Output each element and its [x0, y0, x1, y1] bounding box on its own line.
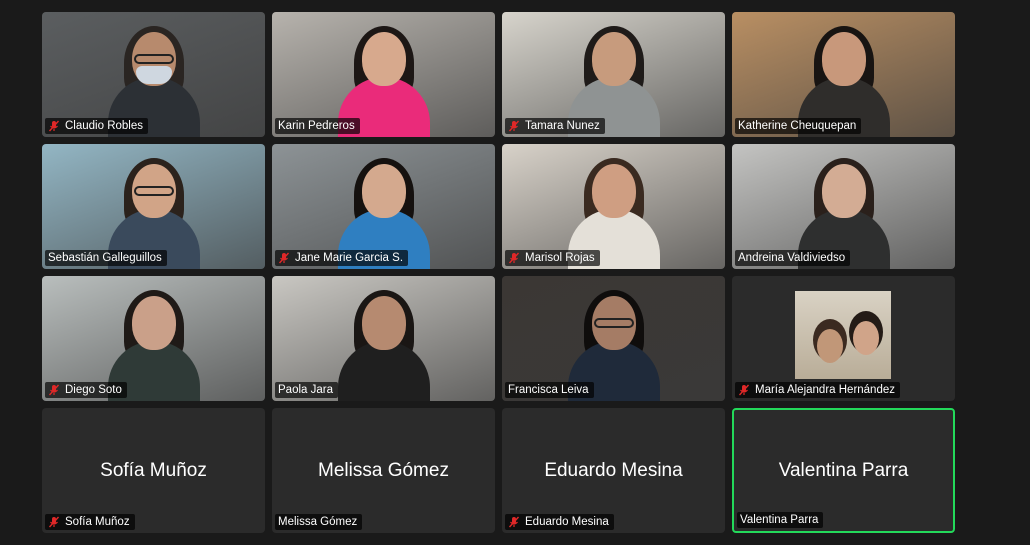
- participant-name: Claudio Robles: [65, 120, 143, 132]
- participant-name-label: Eduardo Mesina: [505, 514, 614, 530]
- participant-name: Eduardo Mesina: [525, 516, 609, 528]
- mic-muted-icon: [48, 516, 60, 528]
- participant-display-name: Valentina Parra: [778, 459, 909, 481]
- participant-face: [131, 296, 176, 350]
- participant-tile[interactable]: Melissa Gómez Melissa Gómez: [272, 408, 495, 533]
- participant-tile[interactable]: Sofía Muñoz Sofía Muñoz: [42, 408, 265, 533]
- participant-face: [821, 32, 866, 86]
- participant-name: Paola Jara: [278, 384, 333, 396]
- participant-tile[interactable]: Valentina Parra Valentina Parra: [732, 408, 955, 533]
- participant-tile[interactable]: Marisol Rojas: [502, 144, 725, 269]
- participant-face: [361, 296, 406, 350]
- participant-name-label: Diego Soto: [45, 382, 127, 398]
- participant-body: [337, 341, 430, 401]
- participant-name: Tamara Nunez: [525, 120, 600, 132]
- participant-tile[interactable]: Karin Pedreros: [272, 12, 495, 137]
- glasses-icon: [133, 186, 174, 196]
- participant-name-label: Sofía Muñoz: [45, 514, 135, 530]
- participant-name: Katherine Cheuquepan: [738, 120, 857, 132]
- mic-muted-icon: [48, 384, 60, 396]
- participant-name: Valentina Parra: [740, 514, 819, 526]
- participant-tile[interactable]: Katherine Cheuquepan: [732, 12, 955, 137]
- participant-name: Marisol Rojas: [525, 252, 595, 264]
- participant-name-label: Katherine Cheuquepan: [735, 118, 862, 134]
- participant-face: [361, 164, 406, 218]
- glasses-icon: [593, 318, 634, 328]
- participant-name-label: Marisol Rojas: [505, 250, 600, 266]
- profile-picture: [795, 291, 891, 379]
- participant-name-label: Jane Marie Garcia S.: [275, 250, 409, 266]
- participant-face: [591, 164, 636, 218]
- participant-tile[interactable]: Sebastián Galleguillos: [42, 144, 265, 269]
- participant-name-label: Francisca Leiva: [505, 382, 594, 398]
- participant-display-name: Melissa Gómez: [318, 459, 449, 481]
- glasses-icon: [133, 54, 174, 64]
- participant-tile[interactable]: María Alejandra Hernández: [732, 276, 955, 401]
- participant-name-label: Melissa Gómez: [275, 514, 363, 530]
- mic-muted-icon: [48, 120, 60, 132]
- participant-face: [821, 164, 866, 218]
- participant-name: Andreina Valdiviedso: [738, 252, 846, 264]
- participant-tile[interactable]: Tamara Nunez: [502, 12, 725, 137]
- participant-display-name: Eduardo Mesina: [544, 459, 683, 481]
- mic-muted-icon: [738, 384, 750, 396]
- meeting-gallery-view: Claudio Robles Karin Pedreros Tamara Nunez…: [0, 0, 1030, 545]
- participant-name: Jane Marie Garcia S.: [295, 252, 404, 264]
- participant-name: Diego Soto: [65, 384, 122, 396]
- participant-name: Francisca Leiva: [508, 384, 589, 396]
- participant-tile[interactable]: Diego Soto: [42, 276, 265, 401]
- participant-name-label: Sebastián Galleguillos: [45, 250, 167, 266]
- participant-grid: Claudio Robles Karin Pedreros Tamara Nunez…: [42, 12, 955, 533]
- mic-muted-icon: [508, 120, 520, 132]
- participant-display-name: Sofía Muñoz: [100, 459, 207, 481]
- participant-tile[interactable]: Francisca Leiva: [502, 276, 725, 401]
- participant-tile[interactable]: Jane Marie Garcia S.: [272, 144, 495, 269]
- profile-figure: [853, 321, 879, 355]
- participant-name-label: Claudio Robles: [45, 118, 148, 134]
- participant-face: [591, 32, 636, 86]
- participant-name-label: Valentina Parra: [737, 512, 824, 528]
- participant-tile[interactable]: Claudio Robles: [42, 12, 265, 137]
- participant-name-label: Andreina Valdiviedso: [735, 250, 851, 266]
- participant-name: Karin Pedreros: [278, 120, 355, 132]
- participant-name: Sebastián Galleguillos: [48, 252, 162, 264]
- face-mask-icon: [135, 66, 172, 84]
- mic-muted-icon: [508, 516, 520, 528]
- participant-tile[interactable]: Paola Jara: [272, 276, 495, 401]
- mic-muted-icon: [278, 252, 290, 264]
- participant-name: Sofía Muñoz: [65, 516, 130, 528]
- participant-tile[interactable]: Eduardo Mesina Eduardo Mesina: [502, 408, 725, 533]
- participant-name-label: Karin Pedreros: [275, 118, 360, 134]
- participant-name-label: Tamara Nunez: [505, 118, 605, 134]
- participant-tile[interactable]: Andreina Valdiviedso: [732, 144, 955, 269]
- participant-name: María Alejandra Hernández: [755, 384, 895, 396]
- mic-muted-icon: [508, 252, 520, 264]
- participant-name: Melissa Gómez: [278, 516, 358, 528]
- participant-name-label: María Alejandra Hernández: [735, 382, 900, 398]
- participant-name-label: Paola Jara: [275, 382, 338, 398]
- participant-face: [361, 32, 406, 86]
- profile-figure: [817, 329, 843, 363]
